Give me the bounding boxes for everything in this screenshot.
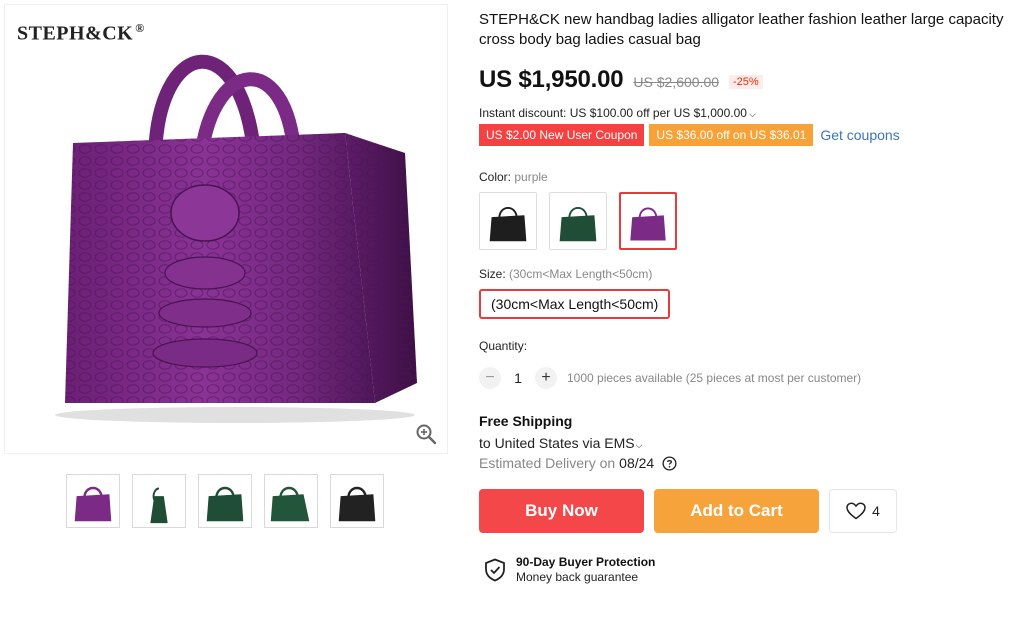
selected-color-value: purple bbox=[514, 170, 548, 184]
selected-size-value: (30cm<Max Length<50cm) bbox=[509, 267, 653, 281]
current-price: US $1,950.00 bbox=[479, 66, 624, 93]
discount-badge: -25% bbox=[729, 75, 763, 89]
shipping-title: Free Shipping bbox=[479, 413, 573, 429]
instant-discount[interactable]: Instant discount: US $100.00 off per US … bbox=[479, 106, 1029, 120]
size-option[interactable]: (30cm<Max Length<50cm) bbox=[479, 289, 671, 319]
protection-subtitle: Money back guarantee bbox=[516, 570, 639, 584]
product-info-panel: STEPH&CK new handbag ladies alligator le… bbox=[479, 10, 1029, 584]
thumbnail-strip bbox=[66, 474, 384, 528]
protection-title: 90-Day Buyer Protection bbox=[516, 555, 656, 569]
store-coupon[interactable]: US $36.00 off on US $36.01 bbox=[649, 124, 814, 146]
original-price: US $2,600.00 bbox=[633, 74, 720, 90]
wishlist-button[interactable]: 4 bbox=[829, 489, 897, 533]
product-title: STEPH&CK new handbag ladies alligator le… bbox=[479, 11, 1004, 48]
quantity-label: Quantity: bbox=[479, 339, 528, 353]
buy-now-button[interactable]: Buy Now bbox=[479, 489, 644, 533]
price-row: US $1,950.00 US $2,600.00 -25% bbox=[479, 66, 1029, 94]
quantity-stepper: − 1 + 1000 pieces available (25 pieces a… bbox=[479, 367, 1029, 389]
product-image-gallery: STEPH&CK ® bbox=[4, 4, 448, 454]
color-option-purple[interactable] bbox=[619, 192, 677, 250]
shipping-destination[interactable]: to United States via EMS⌵ bbox=[479, 435, 1029, 451]
thumbnail-green-angle[interactable] bbox=[264, 474, 318, 528]
quantity-decrease-button[interactable]: − bbox=[479, 367, 501, 389]
buyer-protection: 90-Day Buyer Protection Money back guara… bbox=[484, 555, 1029, 584]
new-user-coupon[interactable]: US $2.00 New User Coupon bbox=[479, 124, 645, 146]
thumbnail-green-front[interactable] bbox=[198, 474, 252, 528]
thumbnail-purple-front[interactable] bbox=[66, 474, 120, 528]
color-option-black[interactable] bbox=[479, 192, 537, 250]
color-swatches bbox=[479, 192, 1029, 250]
shield-check-icon bbox=[485, 558, 505, 581]
estimated-delivery: Estimated Delivery on 08/24 bbox=[479, 455, 1029, 471]
purchase-actions: Buy Now Add to Cart 4 bbox=[479, 489, 1029, 533]
color-option-green[interactable] bbox=[549, 192, 607, 250]
quantity-increase-button[interactable]: + bbox=[535, 367, 557, 389]
stock-availability: 1000 pieces available (25 pieces at most… bbox=[567, 371, 862, 385]
color-label: Color: purple bbox=[479, 170, 548, 184]
size-label: Size: (30cm<Max Length<50cm) bbox=[479, 267, 653, 281]
get-coupons-link[interactable]: Get coupons bbox=[820, 127, 899, 143]
thumbnail-black-front[interactable] bbox=[330, 474, 384, 528]
delivery-date: 08/24 bbox=[619, 455, 655, 471]
heart-icon bbox=[846, 502, 866, 520]
chevron-down-icon: ⌵ bbox=[635, 440, 643, 450]
coupon-row: US $2.00 New User Coupon US $36.00 off o… bbox=[479, 124, 1029, 146]
add-to-cart-button[interactable]: Add to Cart bbox=[654, 489, 819, 533]
wishlist-count: 4 bbox=[872, 503, 880, 519]
help-icon[interactable] bbox=[662, 455, 677, 471]
main-product-image[interactable] bbox=[45, 23, 435, 433]
thumbnail-green-side[interactable] bbox=[132, 474, 186, 528]
chevron-down-icon: ⌵ bbox=[748, 109, 756, 119]
magnifier-icon[interactable] bbox=[415, 423, 437, 445]
quantity-value[interactable]: 1 bbox=[501, 370, 535, 386]
